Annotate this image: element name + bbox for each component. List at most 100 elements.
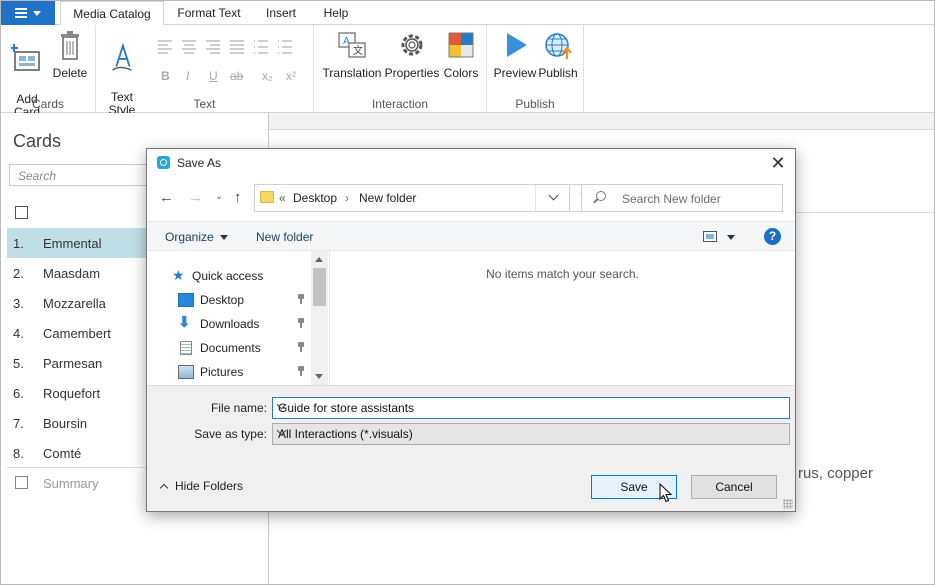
address-dropdown[interactable] <box>535 185 569 211</box>
file-name-label: File name: <box>210 401 267 415</box>
paragraph-format-icons <box>158 40 292 54</box>
delete-label: Delete <box>52 66 88 80</box>
card-name: Comté <box>43 446 82 461</box>
scrollbar-thumb[interactable] <box>313 268 326 306</box>
address-bar[interactable]: « Desktop › New folder <box>254 184 570 212</box>
new-folder-button[interactable]: New folder <box>256 230 313 244</box>
delete-button[interactable]: Delete <box>51 29 89 80</box>
pictures-icon <box>178 365 194 379</box>
nav-pane-scrollbar[interactable] <box>311 251 328 385</box>
ribbon-group-cards: Add Card Delete Cards <box>1 25 96 119</box>
card-name: Parmesan <box>43 356 103 371</box>
app-menu-button[interactable] <box>1 1 55 25</box>
group-label-text: Text <box>193 97 216 111</box>
save-as-dialog: Save As ✕ ← → ⌄ ↑ « Desktop › New folder… <box>146 148 796 512</box>
colors-button[interactable]: Colors <box>440 29 482 80</box>
superscript-button[interactable]: x² <box>286 69 296 83</box>
dialog-title-bar: Save As ✕ <box>147 149 795 177</box>
strikethrough-button[interactable]: ab <box>230 69 243 83</box>
tab-help[interactable]: Help <box>309 1 363 26</box>
cards-panel-title: Cards <box>13 131 62 151</box>
tab-media-catalog[interactable]: Media Catalog <box>60 1 164 26</box>
hide-folders-button[interactable]: Hide Folders <box>159 479 243 493</box>
card-number: 2. <box>13 266 24 281</box>
ribbon-group-publish: Preview Publish Publish <box>487 25 584 113</box>
empty-state-message: No items match your search. <box>486 267 639 281</box>
up-arrow-icon[interactable]: ↑ <box>234 189 242 206</box>
italic-button[interactable]: I <box>186 69 189 83</box>
card-number: 6. <box>13 386 24 401</box>
tab-format-text[interactable]: Format Text <box>165 1 253 26</box>
search-icon <box>596 191 606 201</box>
tab-insert[interactable]: Insert <box>253 1 309 26</box>
group-label-cards: Cards <box>31 97 64 111</box>
document-icon <box>180 341 192 355</box>
view-options-icon[interactable] <box>703 231 717 242</box>
app-window: Media Catalog Format Text Insert Help Ad… <box>0 0 935 585</box>
card-number: 3. <box>13 296 24 311</box>
download-icon: ⬇ <box>178 314 191 331</box>
mouse-cursor-icon <box>659 483 673 503</box>
pin-icon <box>297 342 305 352</box>
help-icon[interactable]: ? <box>764 228 781 245</box>
scroll-up-icon[interactable] <box>315 257 323 262</box>
trash-icon <box>61 31 79 60</box>
translation-icon: A 文 <box>338 32 366 58</box>
resize-grip-icon[interactable] <box>783 499 793 509</box>
file-name-input[interactable]: Guide for store assistants <box>272 397 790 419</box>
card-name: Camembert <box>43 326 111 341</box>
card-name: Mozzarella <box>43 296 106 311</box>
globe-icon <box>545 33 572 59</box>
translation-button[interactable]: A 文 Translation <box>320 29 384 80</box>
properties-button[interactable]: Properties <box>384 29 440 80</box>
breadcrumb-new-folder[interactable]: New folder <box>359 191 416 205</box>
chevron-down-icon <box>33 10 41 16</box>
colors-label: Colors <box>443 66 479 80</box>
card-number: 5. <box>13 356 24 371</box>
chevron-down-icon <box>219 235 228 241</box>
card-name: Roquefort <box>43 386 101 401</box>
app-icon <box>157 156 170 169</box>
nav-label: Pictures <box>200 365 244 379</box>
file-list-pane: No items match your search. <box>329 251 795 385</box>
file-name-value: Guide for store assistants <box>278 401 415 415</box>
chevron-down-icon <box>548 190 559 201</box>
back-arrow-icon[interactable]: ← <box>159 189 174 206</box>
close-icon[interactable]: ✕ <box>767 152 789 174</box>
save-as-type-label: Save as type: <box>194 427 267 441</box>
ribbon: Add Card Delete Cards Text Style B I U a… <box>1 25 934 119</box>
ribbon-group-interaction: A 文 Translation Properties Colors Intera… <box>314 25 487 113</box>
play-icon <box>507 33 527 57</box>
card-body-text: rus, copper <box>797 465 873 482</box>
bold-button[interactable]: B <box>161 69 170 83</box>
chevron-down-icon[interactable] <box>727 235 735 240</box>
properties-label: Properties <box>384 66 440 80</box>
dialog-search-input[interactable]: Search New folder <box>581 184 783 212</box>
nav-label: Downloads <box>200 317 260 331</box>
breadcrumb-desktop[interactable]: Desktop <box>293 191 337 205</box>
scroll-down-icon[interactable] <box>315 374 323 379</box>
select-all-checkbox[interactable] <box>15 206 28 219</box>
save-as-type-value: All Interactions (*.visuals) <box>278 427 413 441</box>
summary-checkbox[interactable] <box>15 476 28 489</box>
organize-button[interactable]: Organize <box>165 230 228 244</box>
forward-arrow-icon[interactable]: → <box>188 189 203 206</box>
group-label-interaction: Interaction <box>371 97 429 111</box>
cancel-button[interactable]: Cancel <box>691 475 777 499</box>
breadcrumb-separator-icon: › <box>345 191 349 205</box>
recent-locations-icon[interactable]: ⌄ <box>215 191 223 202</box>
underline-button[interactable]: U <box>209 69 218 83</box>
save-as-type-select[interactable]: All Interactions (*.visuals) <box>272 423 790 445</box>
pin-icon <box>297 366 305 376</box>
menu-icon <box>15 8 27 18</box>
card-number: 7. <box>13 416 24 431</box>
command-bar: Organize New folder ? <box>147 221 795 251</box>
folder-icon <box>260 191 274 203</box>
summary-item[interactable]: Summary <box>43 476 99 491</box>
preview-label: Preview <box>493 66 537 80</box>
preview-button[interactable]: Preview <box>493 29 537 80</box>
breadcrumb-overflow[interactable]: « <box>279 191 286 205</box>
subscript-button[interactable]: x₂ <box>262 69 273 83</box>
publish-button[interactable]: Publish <box>537 29 579 80</box>
publish-label: Publish <box>538 66 578 80</box>
